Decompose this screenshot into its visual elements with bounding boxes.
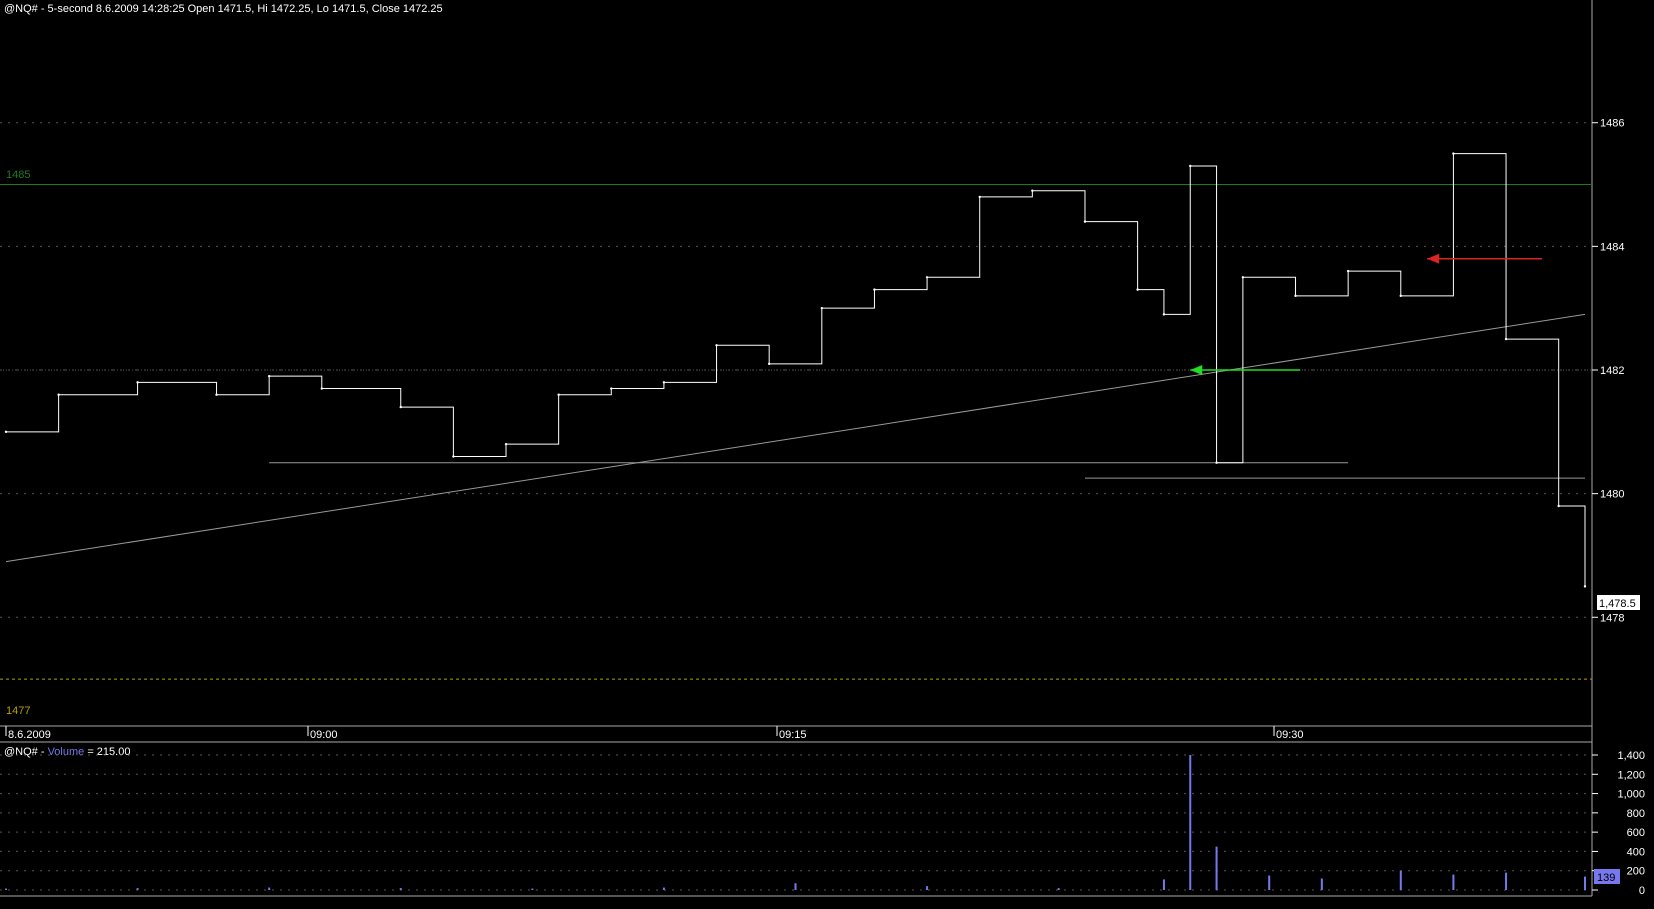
price-point <box>1583 585 1587 588</box>
trendline <box>5 313 1586 563</box>
time-label-0900: 09:00 <box>310 729 338 741</box>
volume-header: @NQ# - Volume = 215.00 <box>4 746 130 758</box>
price-point <box>557 393 560 396</box>
price-header: @NQ# - 5-second 8.6.2009 14:28:25 Open 1… <box>4 3 443 15</box>
price-point <box>1215 461 1218 464</box>
volume-bar <box>531 888 534 890</box>
volume-bar <box>1268 875 1271 890</box>
volume-tick-label: 0 <box>1639 885 1645 897</box>
price-point <box>1162 313 1166 316</box>
volume-bar <box>1162 879 1165 890</box>
price-tick-label: 1482 <box>1600 365 1624 377</box>
volume-bar <box>926 886 929 890</box>
price-point <box>1504 337 1508 341</box>
price-point <box>1241 276 1245 279</box>
price-point <box>1399 294 1402 298</box>
volume-bar <box>1189 755 1192 890</box>
price-point <box>57 393 60 396</box>
price-point <box>320 387 323 390</box>
volume-bar <box>268 887 271 890</box>
price-point <box>1557 504 1560 508</box>
price-point <box>767 362 771 366</box>
reference-lines <box>0 184 1592 680</box>
volume-tick-label: 1,400 <box>1617 750 1645 762</box>
price-point <box>399 405 402 409</box>
volume-bars <box>5 755 1586 890</box>
volume-header-value: = 215.00 <box>84 746 130 758</box>
price-point <box>715 344 718 347</box>
volume-bar <box>1452 874 1455 890</box>
price-point <box>215 393 218 396</box>
price-axis: 1486 1484 1482 1480 1478 <box>1592 118 1624 624</box>
price-point <box>925 276 929 279</box>
volume-tick-label: 400 <box>1627 846 1645 858</box>
price-point <box>267 374 271 378</box>
price-tick-label: 1484 <box>1600 241 1624 253</box>
volume-tick-label: 1,200 <box>1617 769 1645 781</box>
price-point <box>1136 288 1139 291</box>
price-point <box>1452 152 1455 155</box>
time-label-0915: 09:15 <box>779 729 807 741</box>
level-low-label: 1477 <box>6 705 30 717</box>
price-point <box>1346 269 1350 273</box>
price-tick-label: 1486 <box>1600 118 1624 130</box>
price-tick-label: 1478 <box>1600 612 1624 624</box>
volume-bar <box>1057 888 1060 890</box>
volume-tick-label: 1,000 <box>1617 789 1645 801</box>
time-axis: 8.6.2009 09:00 09:15 09:30 <box>5 726 1304 741</box>
price-point <box>452 455 455 458</box>
volume-bar <box>1505 872 1508 890</box>
volume-header-study: Volume <box>48 746 85 758</box>
volume-bar <box>1320 878 1323 890</box>
price-tick-label: 1480 <box>1600 489 1624 501</box>
price-point <box>873 288 876 291</box>
level-high-label: 1485 <box>6 169 30 181</box>
volume-tick-label: 600 <box>1627 827 1645 839</box>
price-point <box>1189 164 1192 168</box>
volume-bar <box>1584 876 1586 890</box>
price-point <box>662 381 666 384</box>
volume-bar <box>5 888 7 890</box>
volume-bar <box>136 888 139 890</box>
price-point <box>1083 220 1087 223</box>
price-point <box>504 442 508 446</box>
volume-tick-label: 200 <box>1627 866 1645 878</box>
last-volume-value: 139 <box>1597 872 1615 884</box>
volume-bar <box>794 883 797 890</box>
volume-gridlines <box>0 754 1592 891</box>
time-label-date: 8.6.2009 <box>8 729 51 741</box>
price-point <box>136 381 139 384</box>
volume-header-prefix: @NQ# - <box>4 746 48 758</box>
buy-arrow-head <box>1190 365 1203 375</box>
price-point <box>1294 294 1297 298</box>
price-point <box>978 195 981 199</box>
volume-bar <box>399 888 402 890</box>
price-point <box>4 430 8 434</box>
volume-bar <box>662 887 665 890</box>
volume-tick-label: 800 <box>1627 808 1645 820</box>
price-point <box>820 306 824 310</box>
price-point <box>1031 189 1034 192</box>
time-label-0930: 09:30 <box>1276 729 1304 741</box>
sell-arrow-head <box>1427 253 1440 264</box>
price-point <box>610 387 613 390</box>
volume-bar <box>1399 870 1402 890</box>
last-price-value: 1,478.5 <box>1599 598 1636 610</box>
trading-chart: @NQ# - 5-second 8.6.2009 14:28:25 Open 1… <box>0 0 1645 897</box>
volume-bar <box>1215 846 1218 890</box>
